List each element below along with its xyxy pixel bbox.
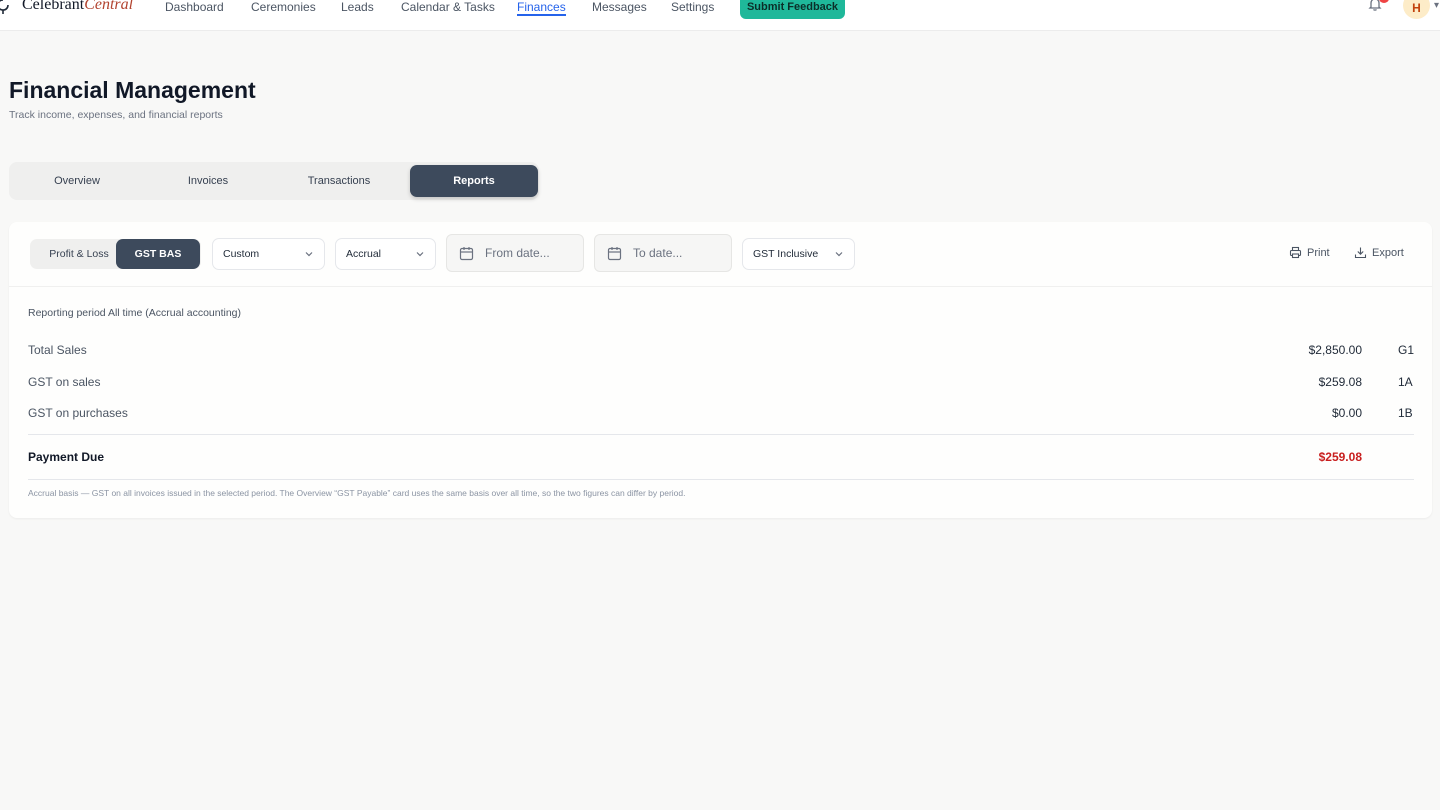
nav-item-messages[interactable]: Messages <box>592 0 647 14</box>
footer-divider <box>28 479 1414 480</box>
nav-item-dashboard[interactable]: Dashboard <box>165 0 224 14</box>
gst-bas-toggle[interactable]: GST BAS <box>116 239 200 269</box>
print-button[interactable]: Print <box>1289 246 1330 259</box>
summary-divider <box>28 434 1414 435</box>
accrual-basis-note: Accrual basis — GST on all invoices issu… <box>28 488 686 498</box>
brand-name: Celebrant <box>22 0 85 13</box>
profit-loss-toggle[interactable]: Profit & Loss <box>30 239 128 269</box>
nav-item-finances[interactable]: Finances <box>517 0 566 16</box>
top-navigation: CelebrantCentral Dashboard Ceremonies Le… <box>0 0 1440 31</box>
download-icon <box>1354 247 1367 259</box>
chevron-down-icon <box>305 252 313 257</box>
gst-mode-value: GST Inclusive <box>753 248 819 260</box>
from-date-placeholder: From date... <box>485 246 550 260</box>
export-label: Export <box>1372 246 1404 259</box>
brand-accent: Central <box>84 0 134 13</box>
tab-transactions[interactable]: Transactions <box>275 165 403 197</box>
to-date-placeholder: To date... <box>633 246 683 260</box>
chevron-down-icon <box>416 252 424 257</box>
chevron-down-icon <box>835 252 843 257</box>
nav-item-calendar-tasks[interactable]: Calendar & Tasks <box>401 0 495 14</box>
page-subtitle: Track income, expenses, and financial re… <box>9 109 223 121</box>
logo-icon <box>0 0 9 14</box>
calendar-icon <box>607 247 622 261</box>
gst-report-card: Profit & Loss GST BAS Custom Accrual Fro… <box>9 222 1432 518</box>
tab-overview[interactable]: Overview <box>13 165 141 197</box>
gst-on-sales-value: $259.08 <box>1318 375 1362 389</box>
gst-on-purchases-value: $0.00 <box>1331 406 1362 420</box>
tab-invoices[interactable]: Invoices <box>144 165 272 197</box>
gst-on-purchases-label: GST on purchases <box>28 406 128 420</box>
reporting-period-text: Reporting period All time (Accrual accou… <box>28 307 242 319</box>
gst-on-sales-label: GST on sales <box>28 375 101 389</box>
export-button[interactable]: Export <box>1354 246 1404 259</box>
gst-mode-select[interactable]: GST Inclusive <box>742 238 855 270</box>
user-avatar[interactable]: H <box>1403 0 1430 19</box>
avatar-caret-icon[interactable]: ▾ <box>1434 0 1439 11</box>
page-title: Financial Management <box>9 77 256 103</box>
payment-due-value: $259.08 <box>1318 450 1362 464</box>
accounting-basis-select[interactable]: Accrual <box>335 238 436 270</box>
brand-logo[interactable]: CelebrantCentral <box>22 0 133 14</box>
printer-icon <box>1289 246 1302 259</box>
calendar-icon <box>459 247 474 261</box>
nav-item-leads[interactable]: Leads <box>341 0 374 14</box>
to-date-input[interactable]: To date... <box>594 234 732 272</box>
payment-due-label: Payment Due <box>28 450 105 464</box>
from-date-input[interactable]: From date... <box>446 234 584 272</box>
report-type-toggle: Profit & Loss GST BAS <box>30 239 201 269</box>
finance-tabs: Overview Invoices Transactions Reports <box>9 162 539 200</box>
total-sales-value: $2,850.00 <box>1308 343 1362 357</box>
print-label: Print <box>1307 246 1330 259</box>
period-select[interactable]: Custom <box>212 238 325 270</box>
nav-item-settings[interactable]: Settings <box>671 0 714 14</box>
toolbar-divider <box>9 286 1432 287</box>
nav-item-ceremonies[interactable]: Ceremonies <box>251 0 316 14</box>
period-select-value: Custom <box>223 248 260 260</box>
gst-on-purchases-code: 1B <box>1398 406 1413 420</box>
basis-select-value: Accrual <box>346 248 382 260</box>
submit-feedback-button[interactable]: Submit Feedback <box>740 0 845 19</box>
total-sales-code: G1 <box>1398 343 1415 357</box>
gst-on-sales-code: 1A <box>1398 375 1413 389</box>
total-sales-label: Total Sales <box>28 343 87 357</box>
tab-reports[interactable]: Reports <box>410 165 538 197</box>
